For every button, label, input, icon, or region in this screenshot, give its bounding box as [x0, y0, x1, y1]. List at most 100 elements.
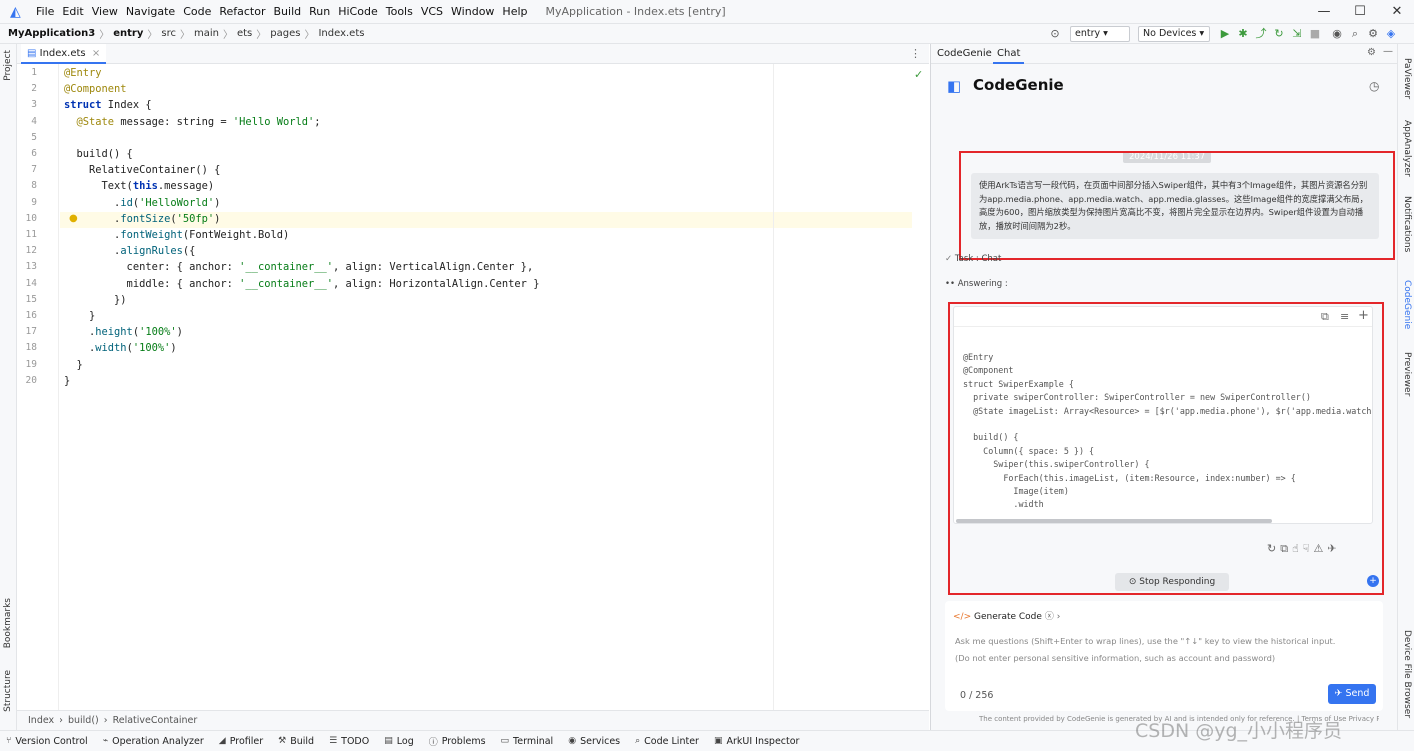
tab-close-icon[interactable]: × [92, 48, 100, 59]
tool-label: Profiler [229, 735, 264, 747]
tab-chat[interactable]: Chat [993, 44, 1025, 64]
search-icon[interactable]: ⌕ [1348, 27, 1362, 41]
log-tool[interactable]: ▤ Log [378, 736, 422, 747]
profiler-tool[interactable]: ◢ Profiler [213, 736, 272, 747]
operation-analyzer-tool[interactable]: ⌁ Operation Analyzer [97, 736, 213, 747]
build-tool[interactable]: ⚒ Build [272, 736, 323, 747]
hammer-icon: ⚒ [278, 736, 287, 746]
bookmarks-tool-tab[interactable]: Bookmarks [3, 598, 13, 648]
menu-file[interactable]: File [32, 5, 58, 18]
previewer-tool-tab[interactable]: Previewer [1402, 352, 1412, 396]
terminal-tool[interactable]: ▭ Terminal [495, 736, 563, 747]
device-select[interactable]: No Devices ▾ [1138, 26, 1210, 42]
todo-tool[interactable]: ☰ TODO [323, 736, 378, 747]
debug-icon[interactable]: ✱ [1236, 27, 1250, 41]
crumb-ets[interactable]: ets [234, 28, 255, 39]
attach-debugger-icon[interactable]: ⤴ [1254, 27, 1268, 41]
menu-code[interactable]: Code [179, 5, 215, 18]
code-linter-tool[interactable]: ⌕ Code Linter [629, 736, 708, 747]
code-line: middle: { anchor: '__container__', align… [64, 277, 540, 290]
assistant-icon[interactable]: ◈ [1384, 27, 1398, 41]
appanalyzer-tool-tab[interactable]: AppAnalyzer [1402, 120, 1412, 177]
task-status: ✓ Task : Chat [945, 254, 1001, 264]
menu-help[interactable]: Help [498, 5, 531, 18]
line-number: 2 [31, 83, 37, 95]
menu-tools[interactable]: Tools [382, 5, 417, 18]
stop-icon[interactable]: ■ [1308, 27, 1322, 41]
dots-icon: •• [945, 279, 956, 289]
menu-vcs[interactable]: VCS [417, 5, 447, 18]
close-icon[interactable]: ✕ [1387, 3, 1407, 21]
panel-settings-icon[interactable]: ⚙ [1367, 47, 1376, 58]
maximize-icon[interactable]: ☐ [1350, 3, 1370, 21]
codegenie-tool-tab[interactable]: CodeGenie [1402, 280, 1412, 329]
crumb-src[interactable]: src [158, 28, 179, 39]
linter-icon: ⌕ [635, 736, 641, 746]
module-select-value: entry [1075, 28, 1101, 39]
tool-label: Services [580, 735, 621, 747]
chevron-right-icon[interactable]: › [1057, 612, 1061, 622]
run-icon[interactable]: ▶ [1218, 27, 1232, 41]
crumb-pages[interactable]: pages [267, 28, 303, 39]
lightbulb-icon[interactable]: ● [69, 213, 78, 224]
tab-index-ets[interactable]: ▤ Index.ets × [21, 44, 107, 64]
chat-input-area[interactable]: </> Generate Code ⓧ › Ask me questions (… [945, 601, 1383, 711]
module-select[interactable]: entry ▾ [1070, 26, 1130, 42]
apply-changes-icon[interactable]: ⇲ [1290, 27, 1304, 41]
codegenie-logo-icon: ◧ [947, 77, 962, 95]
code-line: }) [64, 293, 127, 306]
menu-run[interactable]: Run [305, 5, 334, 18]
line-number: 9 [31, 196, 37, 208]
structure-tool-tab[interactable]: Structure [3, 670, 13, 712]
code-line: build() { [64, 148, 133, 160]
paviewer-tool-tab[interactable]: PaViewer [1402, 58, 1412, 99]
menu-view[interactable]: View [88, 5, 122, 18]
minimize-icon[interactable]: — [1314, 3, 1334, 21]
menu-refactor[interactable]: Refactor [215, 5, 269, 18]
log-icon: ▤ [384, 736, 393, 746]
arkui-inspector-tool[interactable]: ▣ ArkUI Inspector [708, 736, 809, 747]
crumb-module[interactable]: entry [110, 28, 146, 39]
tab-codegenie[interactable]: CodeGenie [933, 44, 996, 64]
more-options-icon[interactable]: ⋮ [910, 47, 921, 60]
clear-chip-icon[interactable]: ⓧ [1045, 612, 1054, 622]
terminal-icon: ▭ [500, 736, 510, 746]
code-line: @Entry [64, 67, 102, 79]
menu-hicode[interactable]: HiCode [334, 5, 382, 18]
line-number: 19 [25, 358, 37, 370]
menu-edit[interactable]: Edit [58, 5, 87, 18]
notifications-tool-tab[interactable]: Notifications [1402, 196, 1412, 252]
services-tool[interactable]: ◉ Services [562, 736, 629, 747]
editor-crumb-container[interactable]: RelativeContainer [108, 715, 203, 726]
crumb-main[interactable]: main [191, 28, 222, 39]
history-icon[interactable]: ◷ [1369, 79, 1379, 93]
generate-code-chip[interactable]: </> Generate Code ⓧ › [953, 609, 1060, 622]
code-line: @State message: string = 'Hello World'; [76, 115, 321, 128]
menu-navigate[interactable]: Navigate [122, 5, 179, 18]
settings-icon[interactable]: ⚙ [1366, 27, 1380, 41]
send-button[interactable]: ✈ Send [1328, 684, 1376, 704]
device-file-browser-tool-tab[interactable]: Device File Browser [1402, 630, 1412, 718]
project-tool-tab[interactable]: Project [3, 50, 13, 81]
crumb-project[interactable]: MyApplication3 [0, 28, 98, 39]
device-select-value: No Devices [1143, 28, 1197, 39]
send-label: Send [1345, 688, 1370, 699]
highlight-box-question [959, 151, 1395, 260]
crumb-separator: 〉 [304, 30, 315, 41]
target-icon[interactable]: ⊙ [1048, 27, 1062, 41]
code-editor[interactable]: @Entry @Component struct Index { @State me… [60, 64, 929, 710]
tab-label: Index.ets [39, 48, 86, 59]
tool-label: Version Control [15, 735, 88, 747]
reload-icon[interactable]: ↻ [1272, 27, 1286, 41]
panel-hide-icon[interactable]: — [1383, 46, 1393, 57]
menu-build[interactable]: Build [270, 5, 306, 18]
version-control-tool[interactable]: ⑂ Version Control [0, 736, 97, 747]
account-icon[interactable]: ◉ [1330, 27, 1344, 41]
editor-crumb-index[interactable]: Index [23, 715, 59, 726]
code-line: } [64, 374, 71, 387]
problems-tool[interactable]: ⓘ Problems [423, 735, 495, 748]
crumb-file[interactable]: Index.ets [315, 28, 367, 39]
menu-window[interactable]: Window [447, 5, 498, 18]
editor-crumb-build[interactable]: build() [63, 715, 104, 726]
line-number: 20 [25, 374, 37, 386]
